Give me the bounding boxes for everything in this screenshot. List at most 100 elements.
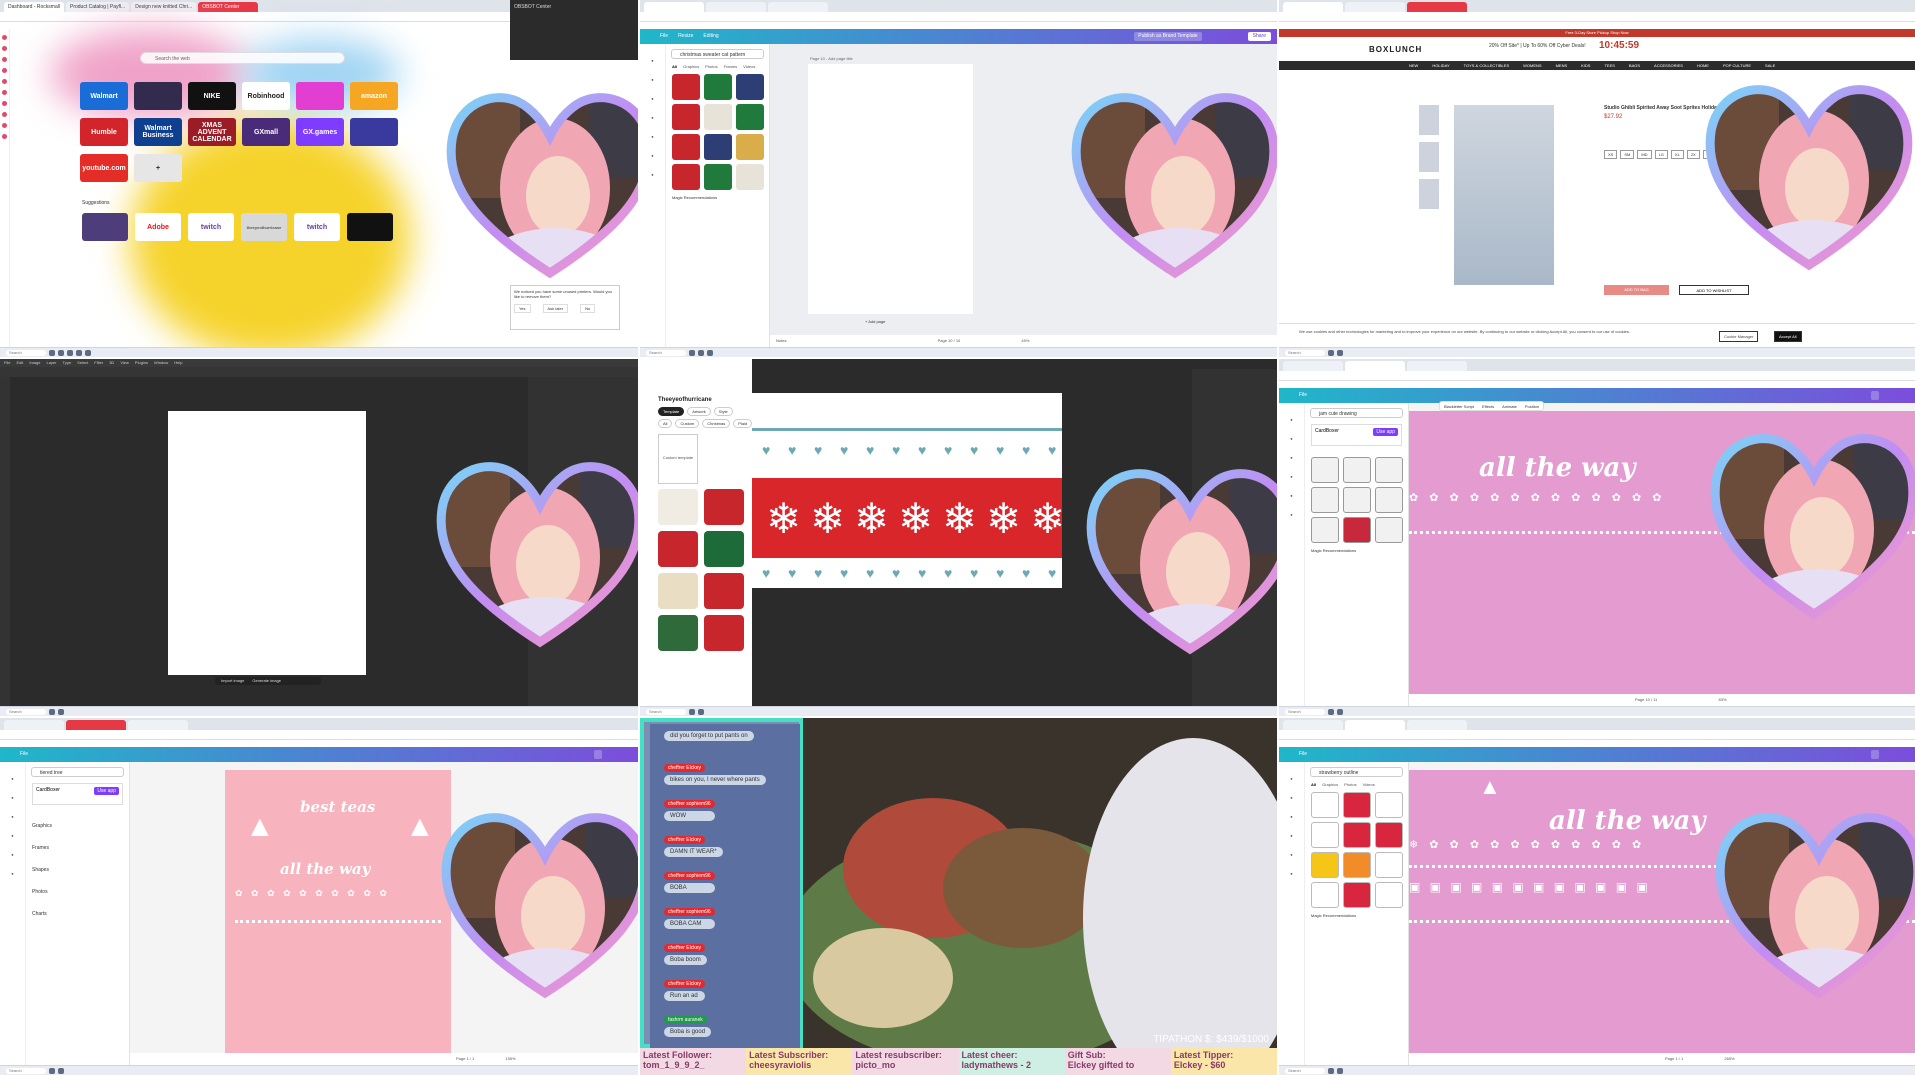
browser-tab[interactable] xyxy=(1345,2,1405,12)
suggestion-tile[interactable]: Adobe xyxy=(135,213,181,241)
best-teas-text[interactable]: best teas xyxy=(300,798,375,816)
tab-photos[interactable]: Photos xyxy=(705,64,717,69)
speed-dial-tile[interactable]: Walmart Business xyxy=(134,118,182,146)
zoom-level[interactable]: 45% xyxy=(1021,338,1029,343)
ps-menu-item[interactable]: Type xyxy=(63,359,72,367)
tab-graphics[interactable]: Graphics xyxy=(1322,782,1338,787)
browser-tab[interactable] xyxy=(66,720,126,730)
publish-brand-template-button[interactable] xyxy=(1871,391,1879,400)
ps-menu-item[interactable]: Help xyxy=(174,359,182,367)
ps-menu-item[interactable]: Layer xyxy=(46,359,56,367)
graphic-result[interactable] xyxy=(704,164,732,190)
graphic-result[interactable] xyxy=(736,164,764,190)
tab-all[interactable]: All xyxy=(672,64,677,69)
nav-item[interactable]: KIDS xyxy=(1581,61,1590,70)
product-thumbnail[interactable] xyxy=(1419,179,1439,209)
sweater-template[interactable] xyxy=(658,573,698,609)
effects-button[interactable]: Effects xyxy=(1482,402,1494,410)
browser-tab[interactable] xyxy=(1345,720,1405,730)
size-option[interactable]: SM xyxy=(1620,150,1635,159)
taskbar-app-icon[interactable] xyxy=(689,349,695,356)
nav-item[interactable]: ACCESSORIES xyxy=(1654,61,1683,70)
sweater-template[interactable] xyxy=(658,531,698,567)
ps-menu-item[interactable]: Edit xyxy=(16,359,23,367)
taskbar-app-icon[interactable] xyxy=(707,349,713,356)
section-photos[interactable]: Photos xyxy=(32,881,123,903)
suggestion-tile[interactable]: twitch xyxy=(294,213,340,241)
taskbar-app-icon[interactable] xyxy=(1337,1067,1343,1074)
ps-menu-item[interactable]: Filter xyxy=(94,359,103,367)
speed-dial-tile[interactable]: Humble xyxy=(80,118,128,146)
browser-tab[interactable] xyxy=(4,720,64,730)
taskbar-search[interactable]: Search xyxy=(1285,349,1325,356)
use-app-button[interactable]: Use app xyxy=(94,787,119,795)
speed-dial-tile[interactable]: XMAS ADVENT CALENDAR xyxy=(188,118,236,146)
promo-banner[interactable]: Free 3-Day Store Pickup Shop Now xyxy=(1279,29,1915,37)
menu-file[interactable]: File xyxy=(1299,747,1307,762)
taskbar-search[interactable]: Search xyxy=(1285,708,1325,715)
browser-tab[interactable] xyxy=(128,720,188,730)
tree-graphic[interactable]: ▲ xyxy=(405,810,435,844)
chip-christmas[interactable]: Christmas xyxy=(702,419,731,428)
browser-tab[interactable]: Product Catalog | Payfl... xyxy=(66,2,130,12)
graphic-result[interactable] xyxy=(736,104,764,130)
chip-all[interactable]: All xyxy=(658,419,673,428)
nav-item[interactable]: TOYS & COLLECTIBLES xyxy=(1464,61,1510,70)
elements-search-input[interactable]: jam cute drawing xyxy=(1310,408,1403,418)
tab-frames[interactable]: Frames xyxy=(724,64,738,69)
all-the-way-text[interactable]: all the way xyxy=(1549,806,1706,836)
size-option[interactable]: MD xyxy=(1637,150,1652,159)
browser-tab[interactable]: Dashboard - Rocksmall xyxy=(4,2,64,12)
size-option[interactable]: XS xyxy=(1604,150,1618,159)
browser-tab[interactable] xyxy=(1283,361,1343,371)
taskbar-app-icon[interactable] xyxy=(58,1067,64,1074)
chat-username[interactable]: cheffrer sophiem96 xyxy=(664,908,715,916)
cookie-manager-button[interactable]: Cookie Manager xyxy=(1719,331,1759,342)
popup-yes-button[interactable]: Yes xyxy=(514,304,531,313)
publish-brand-template-button[interactable]: Publish as Brand Template xyxy=(1134,32,1202,41)
tab-videos[interactable]: Videos xyxy=(743,64,755,69)
ps-menu-item[interactable]: 3D xyxy=(109,359,114,367)
popup-no-button[interactable]: No xyxy=(580,304,596,313)
notes-button[interactable]: Notes xyxy=(776,338,786,343)
size-option[interactable]: LG xyxy=(1654,150,1668,159)
graphic-result[interactable] xyxy=(1343,852,1371,878)
chip-style[interactable]: Style xyxy=(713,407,733,416)
tab-photos[interactable]: Photos xyxy=(1344,782,1356,787)
section-graphics[interactable]: Graphics xyxy=(32,815,123,837)
taskbar-app-icon[interactable] xyxy=(698,708,704,715)
browser-tab[interactable] xyxy=(1407,720,1467,730)
boxlunch-logo[interactable]: BOXLUNCH xyxy=(1369,45,1422,54)
taskbar-app-icon[interactable] xyxy=(58,349,64,356)
nav-item[interactable]: WOMENS xyxy=(1523,61,1541,70)
suggestion-tile[interactable] xyxy=(347,213,393,241)
browser-tab[interactable] xyxy=(644,2,704,12)
product-image[interactable] xyxy=(1454,105,1554,285)
zoom-level[interactable]: 155% xyxy=(505,1056,515,1061)
graphic-result[interactable] xyxy=(1311,822,1339,848)
taskbar-search[interactable]: Search xyxy=(646,349,686,356)
menu-file[interactable]: File xyxy=(20,747,28,762)
taskbar-app-icon[interactable] xyxy=(1328,1067,1334,1074)
product-thumbnail[interactable] xyxy=(1419,142,1439,172)
menu-file[interactable]: File xyxy=(660,29,668,44)
browser-tab[interactable] xyxy=(1283,720,1343,730)
share-button[interactable]: Share xyxy=(1247,32,1271,41)
nav-item[interactable]: POP CULTURE xyxy=(1723,61,1751,70)
chat-username[interactable]: cheffrer Elckey xyxy=(664,980,705,988)
document-canvas[interactable] xyxy=(168,411,366,675)
taskbar-search[interactable]: Search xyxy=(646,708,686,715)
chip-plaid[interactable]: Plaid xyxy=(733,419,753,428)
taskbar-app-icon[interactable] xyxy=(49,349,55,356)
graphic-result[interactable] xyxy=(1343,882,1371,908)
graphic-result[interactable] xyxy=(1343,517,1371,543)
graphic-result[interactable] xyxy=(1343,822,1371,848)
speed-dial-tile[interactable] xyxy=(296,82,344,110)
add-to-wishlist-button[interactable]: ADD TO WISHLIST xyxy=(1679,285,1749,295)
speed-dial-tile[interactable] xyxy=(134,82,182,110)
speed-dial-tile[interactable]: NIKE xyxy=(188,82,236,110)
graphic-result[interactable] xyxy=(736,74,764,100)
sweater-template[interactable] xyxy=(704,531,744,567)
graphic-result[interactable] xyxy=(1343,487,1371,513)
product-thumbnail[interactable] xyxy=(1419,105,1439,135)
